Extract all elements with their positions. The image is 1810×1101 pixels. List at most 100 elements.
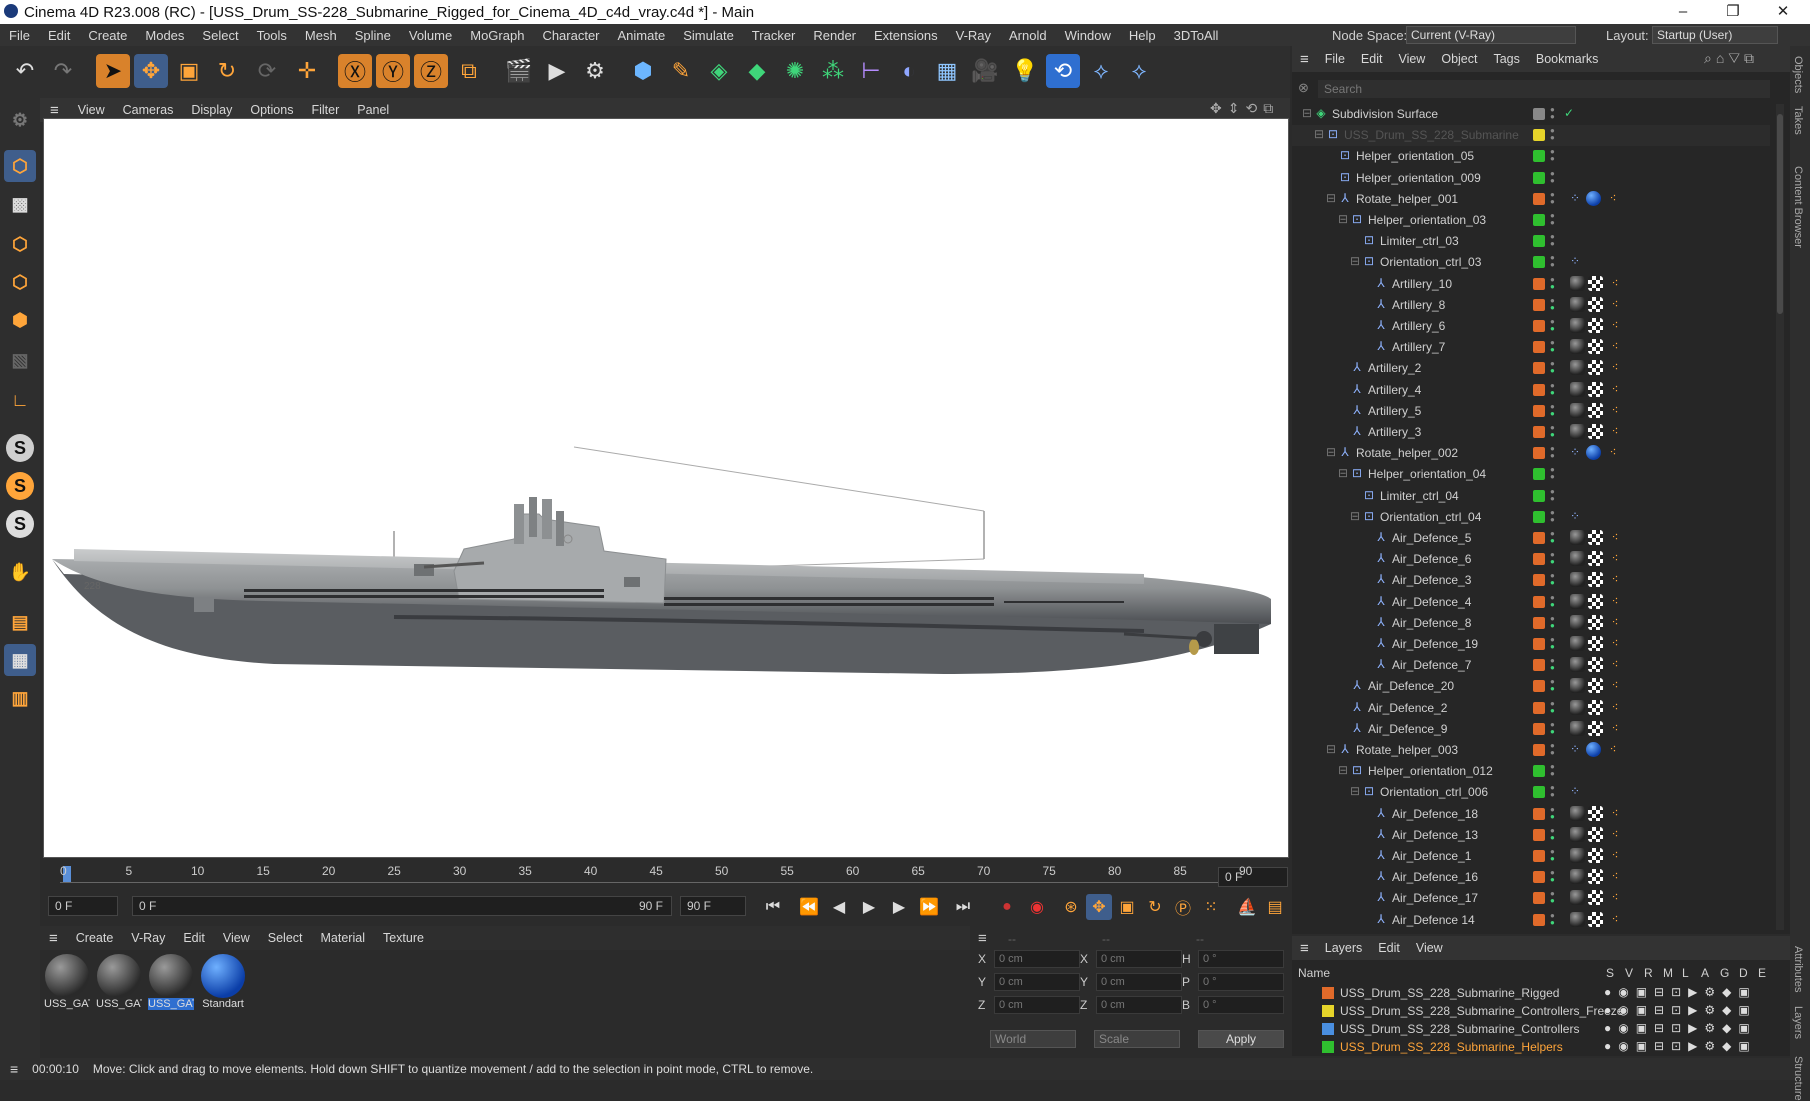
expand-icon[interactable] bbox=[1348, 233, 1362, 247]
layer-color-swatch[interactable] bbox=[1533, 447, 1545, 460]
constraint-tag-icon[interactable]: ⁖ bbox=[1608, 424, 1622, 438]
expand-icon[interactable] bbox=[1360, 276, 1374, 290]
material-menu-texture[interactable]: Texture bbox=[374, 931, 433, 945]
object-menu-tags[interactable]: Tags bbox=[1485, 52, 1527, 66]
object-row[interactable]: ⅄ Artillery_3 ● ● ⁖ bbox=[1292, 422, 1770, 443]
extrude-icon[interactable]: ◆ bbox=[740, 54, 774, 88]
redo-icon[interactable]: ↷ bbox=[46, 54, 80, 88]
camera-icon[interactable]: 🎥 bbox=[968, 54, 1002, 88]
visibility-dots[interactable]: ● ● bbox=[1550, 911, 1556, 926]
expression-tag-icon[interactable]: ⁘ bbox=[1568, 445, 1582, 459]
layer-color-swatch[interactable] bbox=[1322, 1005, 1334, 1017]
keyframe-selection-icon[interactable]: ⊛ bbox=[1058, 894, 1084, 920]
material-tag-icon[interactable] bbox=[1570, 402, 1585, 418]
viewport[interactable]: 228 bbox=[43, 118, 1289, 858]
cloner-icon[interactable]: ✺ bbox=[778, 54, 812, 88]
layer-menu-edit[interactable]: Edit bbox=[1370, 941, 1408, 955]
object-row[interactable]: ⊡ Limiter_ctrl_04 ● ● bbox=[1292, 486, 1770, 507]
expand-icon[interactable] bbox=[1336, 678, 1350, 692]
expand-icon[interactable] bbox=[1360, 657, 1374, 671]
coord-field[interactable]: 0 cm bbox=[1096, 973, 1182, 991]
visibility-dots[interactable]: ● ● bbox=[1550, 784, 1556, 799]
object-row[interactable]: ⅄ Air_Defence_17 ● ● ⁖ bbox=[1292, 888, 1770, 909]
object-manager-search-icon[interactable]: ⌕⌂▽⧉ bbox=[1704, 50, 1758, 67]
expand-icon[interactable] bbox=[1360, 869, 1374, 883]
material-swatch[interactable]: USS_GAT bbox=[148, 954, 194, 1010]
side-tab-objects[interactable]: Objects bbox=[1792, 56, 1804, 93]
expand-icon[interactable] bbox=[1336, 403, 1350, 417]
constraint-tag-icon[interactable]: ⁖ bbox=[1608, 360, 1622, 374]
current-frame-field[interactable]: 0 F bbox=[1218, 867, 1288, 887]
cube-icon[interactable]: ⬢ bbox=[626, 54, 660, 88]
constraint-tag-icon[interactable]: ⁖ bbox=[1608, 403, 1622, 417]
layer-color-swatch[interactable] bbox=[1533, 468, 1545, 481]
visibility-dots[interactable]: ● ● bbox=[1550, 466, 1556, 481]
snap-settings-icon[interactable]: S bbox=[6, 472, 34, 500]
visibility-dots[interactable]: ● ● bbox=[1550, 445, 1556, 460]
coord-field[interactable]: 0 cm bbox=[1096, 950, 1182, 968]
world-dropdown[interactable]: World bbox=[990, 1030, 1076, 1048]
expand-icon[interactable] bbox=[1348, 488, 1362, 502]
expand-icon[interactable] bbox=[1336, 700, 1350, 714]
layer-row[interactable]: USS_Drum_SS_228_Submarine_Rigged ●◉▣⊟⊡▶⚙◆… bbox=[1292, 984, 1790, 1002]
material-menu-view[interactable]: View bbox=[214, 931, 259, 945]
expand-icon[interactable]: ⊟ bbox=[1312, 127, 1326, 141]
material-tag-icon[interactable] bbox=[1570, 890, 1585, 906]
layer-color-swatch[interactable] bbox=[1322, 1023, 1334, 1035]
menu-select[interactable]: Select bbox=[193, 28, 247, 43]
constraint-tag-icon[interactable]: ⁖ bbox=[1606, 445, 1620, 459]
layer-color-swatch[interactable] bbox=[1533, 298, 1545, 311]
material-tag-icon[interactable] bbox=[1570, 636, 1585, 651]
menu-mesh[interactable]: Mesh bbox=[296, 28, 346, 43]
scale-dropdown[interactable]: Scale bbox=[1094, 1030, 1180, 1048]
expand-icon[interactable] bbox=[1336, 721, 1350, 735]
make-editable-icon[interactable]: ⚙ bbox=[4, 104, 36, 136]
object-row[interactable]: ⅄ Air_Defence_13 ● ● ⁖ bbox=[1292, 825, 1770, 846]
visibility-dots[interactable]: ● ● bbox=[1550, 212, 1556, 227]
object-row[interactable]: ⊟ ◈ Subdivision Surface ● ● ✓ bbox=[1292, 104, 1770, 125]
recent-tool-icon[interactable]: ⟳ bbox=[250, 54, 284, 88]
hamburger-icon[interactable]: ≡ bbox=[40, 102, 69, 119]
layer-color-swatch[interactable] bbox=[1533, 383, 1545, 396]
visibility-dots[interactable]: ● ● bbox=[1550, 678, 1556, 693]
coord-field[interactable]: 0 cm bbox=[994, 973, 1080, 991]
autokey-icon[interactable]: ◉ bbox=[1024, 894, 1050, 920]
object-row[interactable]: ⅄ Artillery_7 ● ● ⁖ bbox=[1292, 337, 1770, 358]
material-tag-icon[interactable] bbox=[1570, 699, 1585, 715]
menu-animate[interactable]: Animate bbox=[609, 28, 675, 43]
material-menu-create[interactable]: Create bbox=[67, 931, 123, 945]
texture-tag-icon[interactable] bbox=[1588, 381, 1603, 397]
constraint-tag-icon[interactable]: ⁖ bbox=[1606, 742, 1620, 756]
expand-icon[interactable] bbox=[1324, 148, 1338, 162]
viewport-nav-icons[interactable]: ✥⇕⟲⧉ bbox=[1210, 100, 1279, 117]
material-tag-icon[interactable] bbox=[1570, 275, 1585, 291]
object-menu-object[interactable]: Object bbox=[1433, 52, 1485, 66]
expand-icon[interactable] bbox=[1360, 297, 1374, 311]
object-menu-bookmarks[interactable]: Bookmarks bbox=[1528, 52, 1607, 66]
layer-color-swatch[interactable] bbox=[1533, 722, 1545, 735]
material-tag-icon[interactable] bbox=[1570, 911, 1585, 927]
expand-icon[interactable]: ⊟ bbox=[1324, 742, 1338, 756]
constraint-tag-icon[interactable]: ⁖ bbox=[1606, 191, 1620, 205]
layer-toggle-icons[interactable]: ●◉▣⊟⊡▶⚙◆▣ bbox=[1604, 985, 1757, 999]
texture-tag-icon[interactable] bbox=[1588, 911, 1603, 927]
layer-color-swatch[interactable] bbox=[1533, 150, 1545, 163]
material-tag-icon[interactable] bbox=[1570, 657, 1585, 673]
constraint-tag-icon[interactable]: ⁖ bbox=[1608, 636, 1622, 650]
layer-row[interactable]: USS_Drum_SS_228_Submarine_Controllers_Fr… bbox=[1292, 1002, 1790, 1020]
clear-search-icon[interactable]: ⊗ bbox=[1298, 80, 1309, 96]
expression-tag-icon[interactable]: ⁘ bbox=[1568, 742, 1582, 756]
tweak-icon[interactable]: ✋ bbox=[4, 556, 36, 588]
viewport-menu-cameras[interactable]: Cameras bbox=[114, 103, 183, 117]
texture-tag-icon[interactable] bbox=[1588, 551, 1603, 567]
viewport-menu-display[interactable]: Display bbox=[182, 103, 241, 117]
texture-tag-icon[interactable] bbox=[1588, 572, 1603, 588]
visibility-dots[interactable]: ● ● bbox=[1550, 720, 1556, 735]
rotate-tool-icon[interactable]: ↻ bbox=[210, 54, 244, 88]
object-row[interactable]: ⊟ ⊡ Helper_orientation_04 ● ● bbox=[1292, 464, 1770, 485]
visibility-dots[interactable]: ● ● bbox=[1550, 763, 1556, 778]
coord-field[interactable]: 0 cm bbox=[994, 950, 1080, 968]
hamburger-icon[interactable]: ≡ bbox=[40, 930, 67, 947]
hamburger-icon[interactable]: ≡ bbox=[1292, 940, 1317, 957]
expand-icon[interactable] bbox=[1360, 594, 1374, 608]
